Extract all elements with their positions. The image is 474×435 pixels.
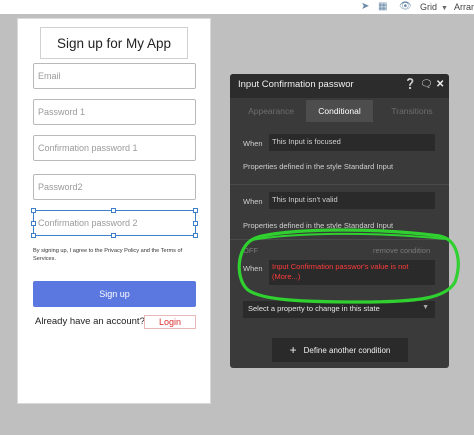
when-label: When: [243, 264, 263, 273]
signup-page-canvas: Sign up for My App Email Password 1 Conf…: [17, 18, 211, 404]
email-input[interactable]: Email: [33, 63, 196, 89]
panel-title: Input Confirmation passwor: [238, 79, 354, 90]
condition-3-expression[interactable]: Input Confirmation passwor's value is no…: [269, 260, 435, 285]
when-label: When: [243, 139, 263, 148]
grid-menu[interactable]: Grid: [420, 1, 437, 13]
tab-appearance[interactable]: Appearance: [234, 100, 308, 122]
divider: [230, 184, 449, 185]
resize-handle-left[interactable]: [31, 221, 36, 226]
signup-button[interactable]: Sign up: [33, 281, 196, 307]
remove-condition-link[interactable]: remove condition: [373, 246, 430, 255]
panel-tabs: Appearance Conditional Transitions: [230, 100, 449, 122]
chevron-down-icon: ▼: [422, 304, 429, 311]
cursor-icon[interactable]: ➤: [361, 1, 369, 13]
resize-handle-bottom-left[interactable]: [31, 233, 36, 238]
login-button[interactable]: Login: [144, 315, 196, 329]
define-label: Define another condition: [303, 345, 391, 355]
already-account-text: Already have an account?: [35, 316, 145, 327]
resize-handle-bottom[interactable]: [111, 233, 116, 238]
divider: [230, 239, 449, 240]
resize-handle-top-right[interactable]: [193, 208, 198, 213]
condition-1-properties[interactable]: Properties defined in the style Standard…: [243, 162, 393, 171]
plus-icon: +: [289, 343, 297, 357]
resize-handle-right[interactable]: [193, 221, 198, 226]
when-label: When: [243, 197, 263, 206]
grid-layout-icon[interactable]: ▦: [378, 1, 387, 13]
comment-icon[interactable]: 🗨: [420, 78, 433, 92]
define-another-condition-button[interactable]: + Define another condition: [272, 338, 408, 362]
condition-2-properties[interactable]: Properties defined in the style Standard…: [243, 221, 393, 230]
password-1-input[interactable]: Password 1: [33, 99, 196, 125]
resize-handle-top[interactable]: [111, 208, 116, 213]
chevron-down-icon[interactable]: ▼: [441, 3, 448, 15]
panel-header: Input Confirmation passwor ❔ 🗨 ✕: [230, 74, 449, 98]
tab-transitions[interactable]: Transitions: [375, 100, 449, 122]
confirmation-password-1-input[interactable]: Confirmation password 1: [33, 135, 196, 161]
resize-handle-top-left[interactable]: [31, 208, 36, 213]
eye-icon[interactable]: 👁: [399, 1, 412, 13]
tab-conditional[interactable]: Conditional: [306, 100, 373, 122]
top-toolbar: ➤ ▦ 👁 Grid ▼ Arrange: [0, 0, 474, 14]
condition-2-expression[interactable]: This Input isn't valid: [269, 192, 435, 209]
resize-handle-bottom-right[interactable]: [193, 233, 198, 238]
password-2-input[interactable]: Password2: [33, 174, 196, 200]
select-property-dropdown[interactable]: Select a property to change in this stat…: [243, 301, 435, 318]
select-property-label: Select a property to change in this stat…: [248, 304, 380, 313]
condition-3-off-label[interactable]: OFF: [243, 246, 258, 255]
help-icon[interactable]: ❔: [404, 78, 416, 92]
page-title-box[interactable]: Sign up for My App: [40, 27, 188, 59]
page-title: Sign up for My App: [56, 35, 172, 51]
close-icon[interactable]: ✕: [436, 78, 444, 92]
condition-1-expression[interactable]: This Input is focused: [269, 134, 435, 151]
terms-text: By signing up, I agree to the Privacy Po…: [33, 248, 183, 262]
arrange-menu[interactable]: Arrange: [454, 1, 474, 13]
property-editor-panel: Input Confirmation passwor ❔ 🗨 ✕ Appeara…: [230, 74, 449, 368]
